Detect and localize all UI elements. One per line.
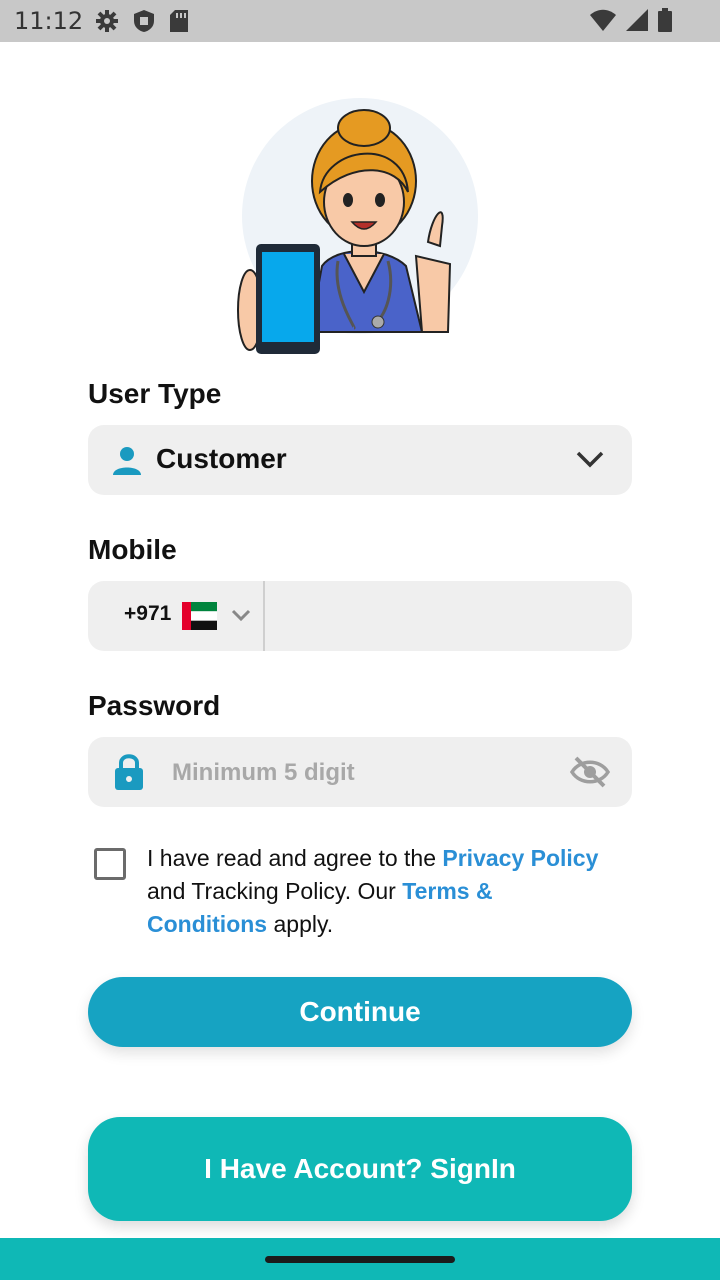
- gear-icon: [96, 10, 119, 32]
- mobile-label: Mobile: [88, 534, 177, 565]
- password-input[interactable]: [170, 737, 554, 809]
- user-type-value: Customer: [156, 443, 287, 474]
- status-time: 11:12: [14, 7, 84, 35]
- battery-icon: [658, 8, 672, 32]
- country-code-picker[interactable]: +971: [88, 581, 265, 651]
- status-bar: 11:12: [0, 0, 720, 42]
- agreement-text-1: I have read and agree to the: [147, 845, 443, 871]
- uae-flag-icon: [182, 602, 217, 630]
- user-type-label: User Type: [88, 378, 222, 409]
- country-dial-code: +971: [124, 602, 172, 625]
- signin-button[interactable]: I Have Account? SignIn: [88, 1117, 632, 1221]
- nurse-illustration: [236, 96, 482, 360]
- chevron-down-icon: [231, 609, 251, 622]
- chevron-down-icon[interactable]: [576, 449, 604, 471]
- person-icon: [113, 447, 141, 475]
- agree-checkbox[interactable]: [94, 848, 126, 880]
- shield-icon: [134, 10, 155, 32]
- wifi-icon: [590, 9, 616, 31]
- lock-icon: [115, 754, 143, 790]
- phone-input[interactable]: [265, 581, 643, 653]
- signal-icon: [626, 9, 648, 31]
- home-indicator[interactable]: [265, 1256, 455, 1263]
- password-field: [88, 737, 632, 809]
- agreement-text-3: apply.: [267, 911, 334, 937]
- sd-card-icon: [170, 10, 189, 32]
- privacy-policy-link[interactable]: Privacy Policy: [442, 845, 598, 871]
- agreement-text-2: and Tracking Policy. Our: [147, 878, 403, 904]
- agreement-text: I have read and agree to the Privacy Pol…: [147, 842, 617, 941]
- eye-off-icon[interactable]: [570, 755, 610, 789]
- user-type-dropdown[interactable]: Customer: [88, 425, 632, 495]
- mobile-field: +971: [88, 581, 643, 653]
- password-label: Password: [88, 690, 221, 721]
- continue-button[interactable]: Continue: [88, 977, 632, 1047]
- navigation-bar: [0, 1238, 720, 1280]
